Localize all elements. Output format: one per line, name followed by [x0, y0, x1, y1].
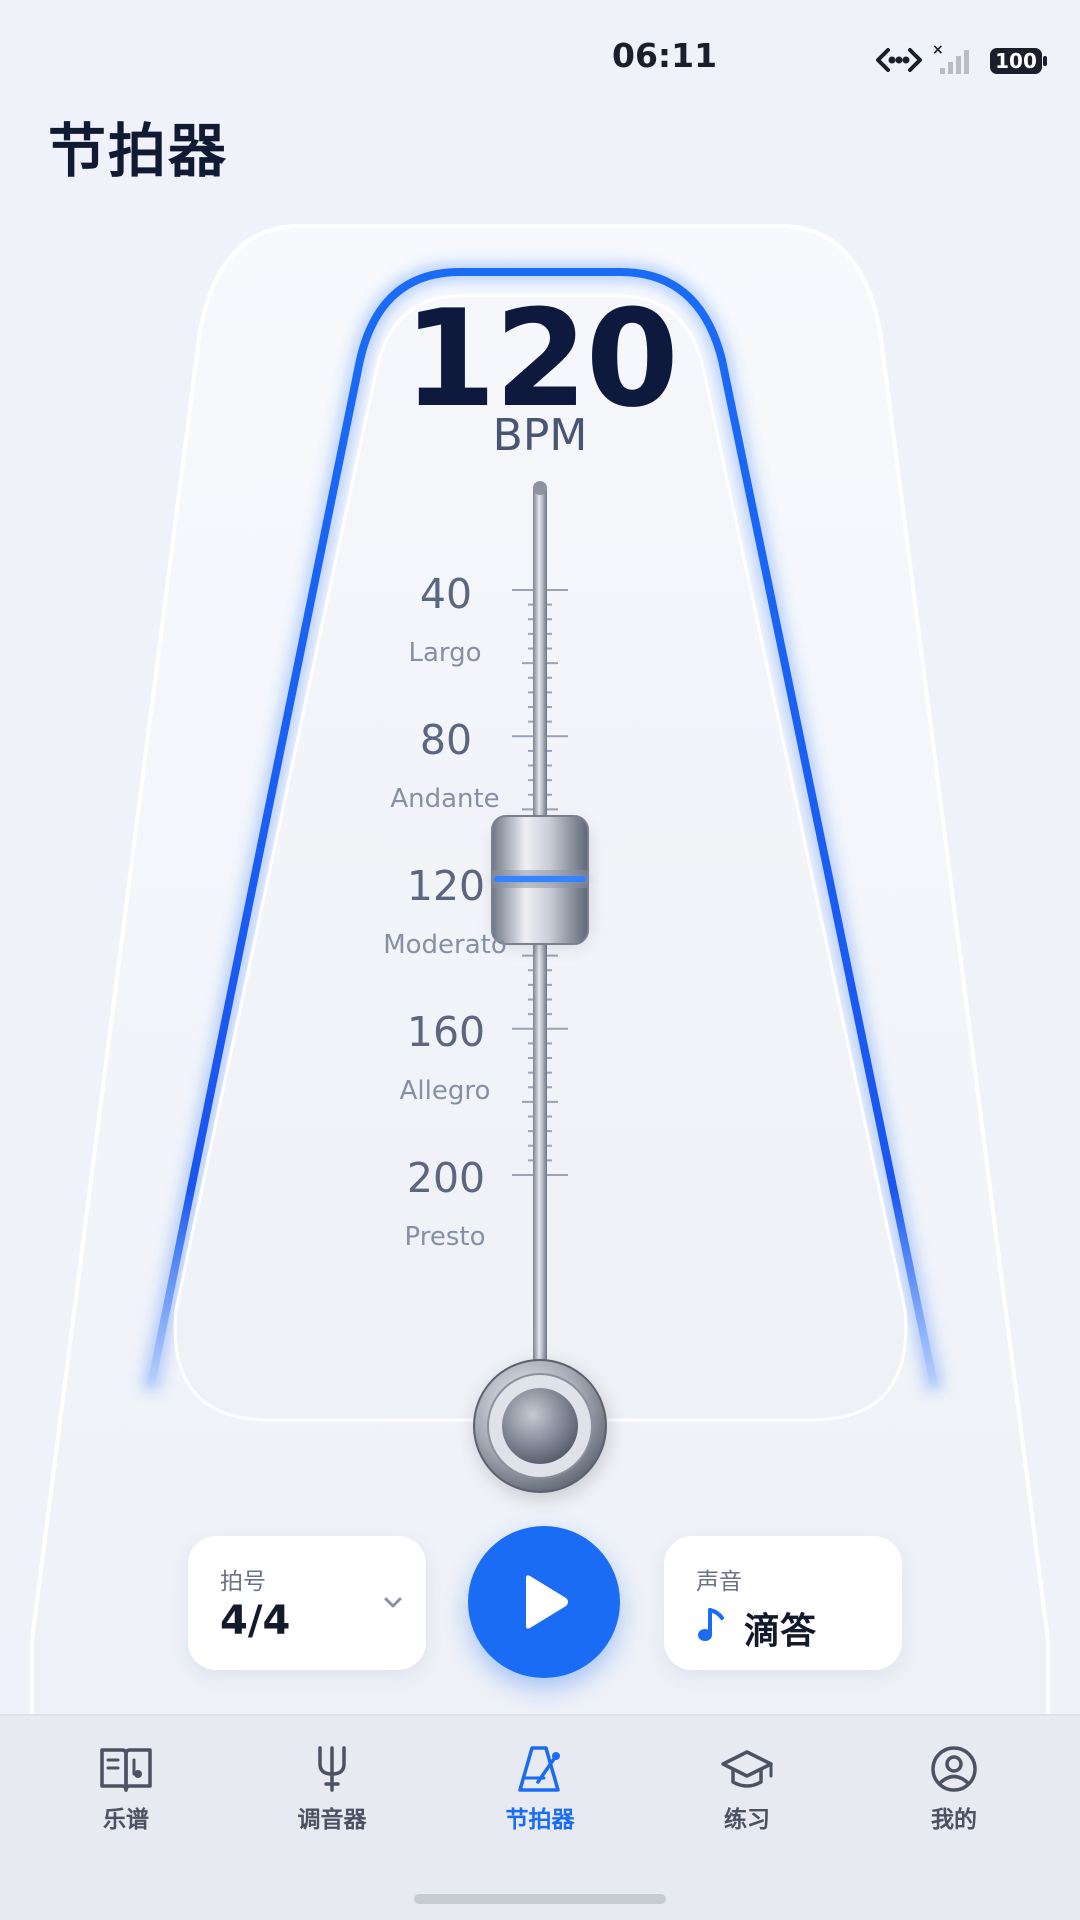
sound-label: 声音 — [696, 1569, 742, 1595]
play-icon — [526, 1575, 568, 1629]
scale-value-80: 80 — [419, 716, 473, 764]
time-signature-label: 拍号 — [220, 1569, 266, 1595]
scale-value-200: 200 — [406, 1154, 486, 1202]
pivot-knob — [473, 1359, 608, 1498]
music-note-icon — [698, 1608, 724, 1641]
tab-profile-label: 我的 — [931, 1807, 977, 1833]
time-signature-value: 4/4 — [220, 1598, 291, 1644]
tab-metronome[interactable]: 节拍器 — [460, 1744, 620, 1854]
chevron-down-icon — [384, 1597, 402, 1608]
profile-icon — [931, 1746, 977, 1792]
tab-practice-label: 练习 — [724, 1807, 770, 1833]
play-button[interactable] — [468, 1526, 620, 1678]
scale-term-largo: Largo — [408, 638, 482, 668]
tab-metronome-label: 节拍器 — [505, 1807, 575, 1833]
scale-term-allegro: Allegro — [399, 1076, 491, 1106]
sound-value: 滴答 — [744, 1611, 817, 1652]
scale-term-moderato: Moderato — [383, 930, 507, 960]
metronome-screen: 06:11 × 100 节拍器 120 BPM 40 Largo 80 Anda… — [0, 0, 1080, 1920]
scale-value-120: 120 — [406, 862, 486, 910]
metronome-icon — [518, 1746, 560, 1792]
time-signature-selector[interactable]: 拍号 4/4 — [188, 1536, 426, 1670]
tab-score-label: 乐谱 — [103, 1807, 149, 1833]
scale-value-160: 160 — [406, 1008, 486, 1056]
bpm-value: 120 — [403, 281, 679, 437]
tab-practice[interactable]: 练习 — [667, 1744, 827, 1854]
scale-term-andante: Andante — [390, 784, 500, 814]
tab-score[interactable]: 乐谱 — [46, 1744, 206, 1854]
home-indicator — [414, 1894, 666, 1904]
bpm-unit: BPM — [492, 410, 588, 461]
tab-profile[interactable]: 我的 — [874, 1744, 1034, 1854]
tab-tuner[interactable]: 调音器 — [252, 1744, 412, 1854]
rod-tip — [533, 481, 547, 495]
scale-term-presto: Presto — [404, 1222, 486, 1252]
score-book-icon — [100, 1748, 152, 1792]
tab-bar: 乐谱 调音器 节拍器 练习 我的 — [0, 1714, 1080, 1920]
scale-value-40: 40 — [419, 570, 473, 618]
sound-selector[interactable]: 声音 滴答 — [664, 1536, 902, 1670]
tuning-fork-icon — [318, 1746, 346, 1792]
tab-tuner-label: 调音器 — [297, 1807, 367, 1833]
graduation-cap-icon — [721, 1750, 773, 1788]
